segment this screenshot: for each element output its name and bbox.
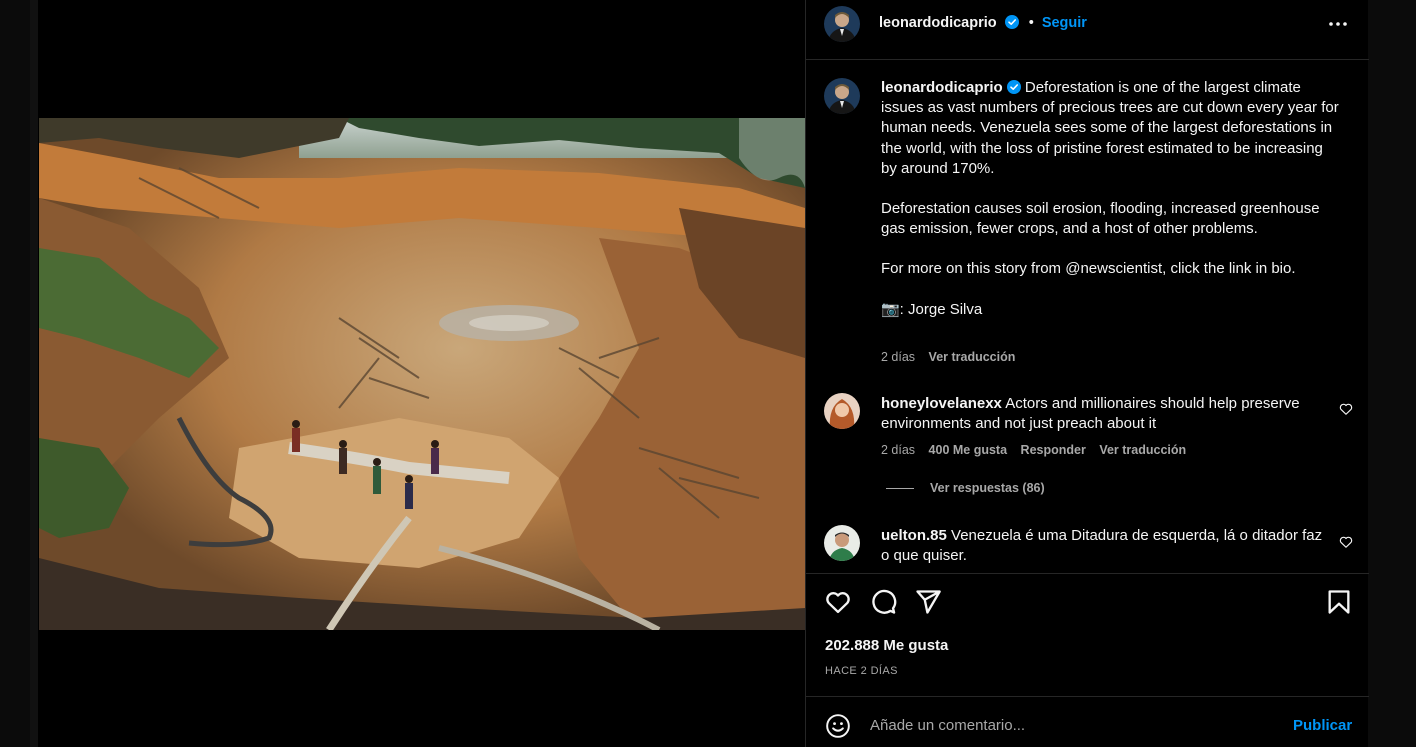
comment-body: honeylovelanexx Actors and millionaires …	[881, 394, 1331, 435]
view-replies-toggle[interactable]: Ver respuestas (86)	[886, 481, 1045, 495]
caption-paragraph-3: For more on this story from @newscientis…	[881, 260, 1296, 278]
comment-icon[interactable]	[869, 588, 897, 616]
post-photo-deforestation	[39, 118, 805, 630]
comment-like-heart-icon[interactable]	[1339, 402, 1353, 416]
heart-icon[interactable]	[824, 588, 852, 616]
comment-composer: Añade un comentario... Publicar	[806, 697, 1369, 747]
gutter-edge	[30, 0, 38, 747]
author-avatar[interactable]	[824, 6, 860, 42]
more-options-icon[interactable]	[1326, 12, 1350, 36]
comment-body: uelton.85 Venezuela é uma Ditadura de es…	[881, 526, 1331, 567]
commenter-avatar-image	[824, 525, 860, 561]
comment-like-heart-icon[interactable]	[1339, 535, 1353, 549]
separator-dot: •	[1028, 15, 1034, 31]
caption-meta: 2 días Ver traducción	[881, 350, 1025, 364]
verified-badge-icon	[1004, 15, 1019, 29]
emoji-icon[interactable]	[825, 713, 851, 739]
commenter-avatar-image	[824, 393, 860, 429]
comment-meta: 2 días 400 Me gusta Responder Ver traduc…	[881, 443, 1196, 457]
author-avatar-image	[824, 6, 860, 42]
comment-text: Venezuela é uma Ditadura de esquerda, lá…	[881, 527, 1323, 565]
caption-username[interactable]: leonardodicaprio	[881, 79, 1003, 96]
caption-paragraph-1: leonardodicaprio Deforestation is one of…	[881, 78, 1341, 179]
caption-photo-credit: 📷: Jorge Silva	[881, 300, 983, 318]
post-actions-bar: 202.888 Me gusta HACE 2 DÍAS	[806, 573, 1369, 697]
post-timestamp[interactable]: HACE 2 DÍAS	[825, 665, 898, 677]
left-gutter	[0, 0, 38, 747]
comment-translate-link[interactable]: Ver traducción	[1099, 443, 1186, 457]
verified-badge-icon	[1006, 80, 1021, 94]
share-icon[interactable]	[914, 588, 942, 616]
right-gutter	[1368, 0, 1416, 747]
caption-time[interactable]: 2 días	[881, 350, 915, 364]
post-header: leonardodicaprio • Seguir	[806, 0, 1369, 60]
comment-reply-button[interactable]: Responder	[1021, 443, 1086, 457]
comment-username[interactable]: uelton.85	[881, 527, 947, 544]
author-username[interactable]: leonardodicaprio	[879, 15, 997, 31]
post-side-panel: leonardodicaprio • Seguir leonardodicapr…	[805, 0, 1369, 747]
comments-scroll-area[interactable]: leonardodicaprio Deforestation is one of…	[806, 60, 1369, 573]
comment-username[interactable]: honeylovelanexx	[881, 395, 1002, 412]
replies-line	[886, 488, 914, 490]
caption-author-avatar[interactable]	[824, 78, 860, 114]
post-media-area	[38, 0, 805, 747]
follow-button[interactable]: Seguir	[1042, 15, 1087, 31]
bookmark-icon[interactable]	[1325, 588, 1353, 616]
caption-translate-link[interactable]: Ver traducción	[929, 350, 1016, 364]
comment-input[interactable]: Añade un comentario...	[870, 717, 1025, 734]
commenter-avatar[interactable]	[824, 393, 860, 429]
view-replies-label: Ver respuestas (86)	[930, 481, 1045, 495]
publish-button[interactable]: Publicar	[1293, 717, 1352, 734]
header-user-line: leonardodicaprio • Seguir	[879, 15, 1087, 31]
comment-time[interactable]: 2 días	[881, 443, 915, 457]
caption-avatar-image	[824, 78, 860, 114]
likes-count[interactable]: 202.888 Me gusta	[825, 637, 948, 654]
caption-paragraph-2: Deforestation causes soil erosion, flood…	[881, 200, 1320, 238]
commenter-avatar[interactable]	[824, 525, 860, 561]
post-photo-illustration	[39, 118, 805, 630]
comment-like-count[interactable]: 400 Me gusta	[929, 443, 1008, 457]
post-caption: leonardodicaprio Deforestation is one of…	[881, 78, 1341, 320]
